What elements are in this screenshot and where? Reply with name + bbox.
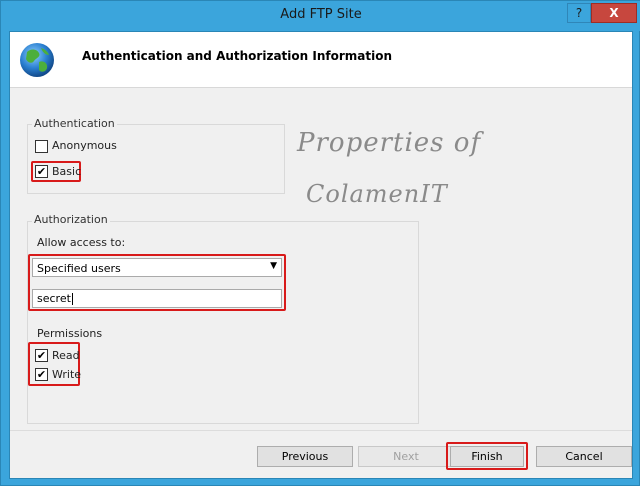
permissions-label: Permissions (37, 327, 103, 340)
add-ftp-site-window: Add FTP Site ? X Authentication and Auth… (0, 0, 640, 486)
read-label: Read (52, 349, 80, 362)
previous-button[interactable]: Previous (257, 446, 353, 467)
allow-access-label: Allow access to: (37, 236, 126, 249)
finish-button[interactable]: Finish (450, 446, 524, 467)
help-button[interactable]: ? (567, 3, 591, 23)
authentication-group-title: Authentication (32, 117, 117, 130)
close-button[interactable]: X (591, 3, 637, 23)
write-checkbox[interactable]: ✔ (35, 368, 48, 381)
authentication-group (27, 124, 285, 194)
watermark-line-2: ColamenIT (306, 180, 448, 208)
authorization-group (27, 221, 419, 424)
anonymous-checkbox[interactable] (35, 140, 48, 153)
authorization-group-title: Authorization (32, 213, 110, 226)
cancel-button[interactable]: Cancel (536, 446, 632, 467)
title-bar[interactable]: Add FTP Site ? X (1, 1, 640, 31)
specified-users-input[interactable]: secret (32, 289, 282, 308)
footer-divider (10, 430, 632, 431)
read-checkbox[interactable]: ✔ (35, 349, 48, 362)
watermark-line-1: Properties of (297, 128, 482, 158)
allow-access-value: Specified users (37, 262, 121, 275)
allow-access-select[interactable]: Specified users ▼ (32, 258, 282, 277)
page-title: Authentication and Authorization Informa… (82, 49, 392, 63)
basic-label: Basic (52, 165, 82, 178)
write-label: Write (52, 368, 82, 381)
specified-users-value: secret (37, 292, 71, 305)
window-title: Add FTP Site (280, 7, 362, 22)
dialog-body: Authentication and Authorization Informa… (9, 31, 633, 479)
globe-icon (20, 43, 54, 77)
chevron-down-icon: ▼ (270, 261, 277, 271)
next-button[interactable]: Next (358, 446, 454, 467)
wizard-header: Authentication and Authorization Informa… (10, 32, 632, 88)
anonymous-label: Anonymous (52, 139, 117, 152)
basic-checkbox[interactable]: ✔ (35, 165, 48, 178)
